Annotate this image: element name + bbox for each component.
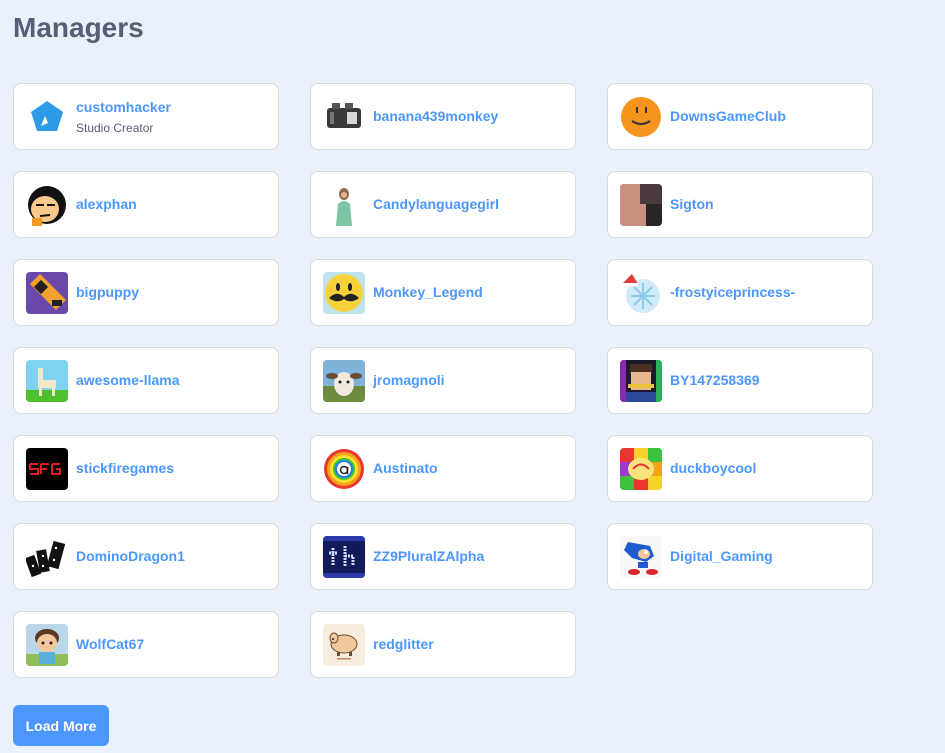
manager-username[interactable]: alexphan — [76, 196, 137, 213]
manager-card[interactable]: alexphan — [13, 171, 279, 238]
manager-card[interactable]: -frostyiceprincess- — [607, 259, 873, 326]
rainbow-letter-a-icon[interactable] — [323, 447, 365, 490]
manager-username[interactable]: BY147258369 — [670, 372, 760, 389]
manager-card[interactable]: WolfCat67 — [13, 611, 279, 678]
manager-username[interactable]: Digital_Gaming — [670, 548, 773, 565]
manager-username[interactable]: Candylanguagegirl — [373, 196, 499, 213]
manager-card[interactable]: Austinato — [310, 435, 576, 502]
manager-card[interactable]: BY147258369 — [607, 347, 873, 414]
mustache-smiley-icon[interactable] — [323, 271, 365, 314]
manager-username[interactable]: Sigton — [670, 196, 714, 213]
blue-pentagon-icon[interactable] — [26, 95, 68, 138]
page-title: Managers — [13, 12, 144, 43]
sfg-logo-icon[interactable] — [26, 447, 68, 490]
load-more-button[interactable]: Load More — [13, 705, 109, 746]
managers-grid: customhacker Studio Creator banana439mon… — [13, 83, 873, 678]
manager-card[interactable]: Candylanguagegirl — [310, 171, 576, 238]
toaster-icon[interactable] — [323, 95, 365, 138]
manager-card[interactable]: banana439monkey — [310, 83, 576, 150]
manager-card[interactable]: customhacker Studio Creator — [13, 83, 279, 150]
dark-photo-icon[interactable] — [620, 183, 662, 226]
snowflake-santa-hat-icon[interactable] — [620, 271, 662, 314]
manager-card[interactable]: Monkey_Legend — [310, 259, 576, 326]
manager-username[interactable]: Austinato — [373, 460, 438, 477]
manager-username[interactable]: -frostyiceprincess- — [670, 284, 795, 301]
doge-sketch-icon[interactable] — [323, 623, 365, 666]
manager-username[interactable]: bigpuppy — [76, 284, 139, 301]
pixel-tool-icon[interactable] — [26, 271, 68, 314]
manager-username[interactable]: redglitter — [373, 636, 434, 653]
manager-username[interactable]: duckboycool — [670, 460, 756, 477]
manager-username[interactable]: jromagnoli — [373, 372, 445, 389]
manager-card[interactable]: Digital_Gaming — [607, 523, 873, 590]
cartoon-kid-icon[interactable] — [26, 623, 68, 666]
orange-smiley-icon[interactable] — [620, 95, 662, 138]
manager-role: Studio Creator — [76, 120, 154, 135]
manager-card[interactable]: DominoDragon1 — [13, 523, 279, 590]
manager-card[interactable]: ZZ9PluralZAlpha — [310, 523, 576, 590]
manager-username[interactable]: customhacker — [76, 99, 171, 116]
manager-card[interactable]: redglitter — [310, 611, 576, 678]
manager-username[interactable]: stickfiregames — [76, 460, 174, 477]
pixel-llama-icon[interactable] — [26, 359, 68, 402]
manager-username[interactable]: banana439monkey — [373, 108, 498, 125]
manager-username[interactable]: Monkey_Legend — [373, 284, 483, 301]
manager-card[interactable]: bigpuppy — [13, 259, 279, 326]
manager-card[interactable]: DownsGameClub — [607, 83, 873, 150]
cartoon-face-icon[interactable] — [26, 183, 68, 226]
pixel-person-icon[interactable] — [620, 359, 662, 402]
manager-card[interactable]: stickfiregames — [13, 435, 279, 502]
pixel-th-icon[interactable] — [323, 535, 365, 578]
manager-username[interactable]: DownsGameClub — [670, 108, 786, 125]
girl-figure-icon[interactable] — [323, 183, 365, 226]
manager-card[interactable]: jromagnoli — [310, 347, 576, 414]
managers-page: Managers customhacker Studio Creator ban… — [0, 0, 945, 753]
manager-username[interactable]: DominoDragon1 — [76, 548, 185, 565]
manager-username[interactable]: ZZ9PluralZAlpha — [373, 548, 484, 565]
manager-username[interactable]: WolfCat67 — [76, 636, 144, 653]
sonic-icon[interactable] — [620, 535, 662, 578]
manager-card[interactable]: Sigton — [607, 171, 873, 238]
manager-card[interactable]: duckboycool — [607, 435, 873, 502]
manager-card[interactable]: awesome-llama — [13, 347, 279, 414]
rainbow-pattern-icon[interactable] — [620, 447, 662, 490]
dominoes-icon[interactable] — [26, 535, 68, 578]
goat-photo-icon[interactable] — [323, 359, 365, 402]
manager-username[interactable]: awesome-llama — [76, 372, 180, 389]
